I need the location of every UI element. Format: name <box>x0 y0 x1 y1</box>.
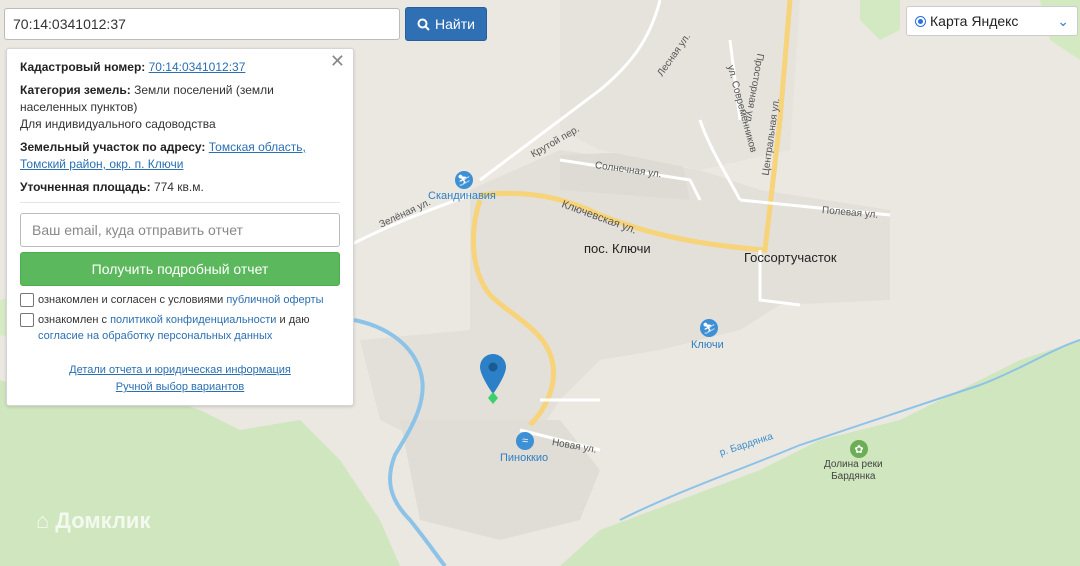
area-row: Уточненная площадь: 774 кв.м. <box>20 179 340 196</box>
map-type-label: Карта Яндекс <box>930 13 1019 29</box>
address-row: Земельный участок по адресу: Томская обл… <box>20 139 340 173</box>
radio-icon <box>915 15 926 27</box>
paw-icon[interactable]: ✿ <box>850 440 868 458</box>
cadastral-link[interactable]: 70:14:0341012:37 <box>149 60 246 74</box>
poi-label-pinokkio[interactable]: Пинок­кио <box>500 452 548 464</box>
close-icon[interactable]: ✕ <box>330 52 345 70</box>
watermark-text: Домклик <box>55 508 151 533</box>
place-label-gossort: Госсортучасток <box>744 250 837 265</box>
panel-footer-links: Детали отчета и юридическая информация Р… <box>20 362 340 396</box>
address-label: Земельный участок по адресу: <box>20 140 206 154</box>
swimming-icon[interactable]: ≈ <box>516 432 534 450</box>
privacy-policy-link[interactable]: политикой конфиденциальности <box>110 314 276 326</box>
house-icon: ⌂ <box>36 508 50 533</box>
search-button[interactable]: Найти <box>405 7 487 41</box>
search-button-label: Найти <box>435 16 475 32</box>
manual-selection-link[interactable]: Ручной выбор вариантов <box>116 381 244 393</box>
location-marker-icon[interactable] <box>480 354 506 406</box>
consent-offer-label: ознакомлен и согласен с условиями <box>38 294 227 306</box>
search-icon <box>417 18 430 31</box>
cadastral-search-input[interactable] <box>4 8 400 40</box>
consent-privacy-checkbox[interactable] <box>20 313 34 327</box>
domclick-watermark: ⌂ Домклик <box>36 508 150 534</box>
settlement-area <box>400 420 600 540</box>
poi-label-dolina[interactable]: Долина реки Бардянка <box>824 459 883 483</box>
poi-label-skandinavia[interactable]: Скандинавия <box>428 190 496 202</box>
cadastral-row: Кадастровый номер: 70:14:0341012:37 <box>20 59 340 76</box>
ski-icon[interactable]: ⛷ <box>455 171 473 189</box>
area-label: Уточненная площадь: <box>20 180 151 194</box>
divider <box>20 202 340 203</box>
category-label: Категория земель: <box>20 83 131 97</box>
personal-data-link[interactable]: согласие на обработку персональных данны… <box>38 330 272 342</box>
consent-privacy-label: ознакомлен с <box>38 314 111 326</box>
map-type-select[interactable]: Карта Яндекс ⌄ <box>906 6 1078 36</box>
consent-privacy-mid: и даю <box>276 314 310 326</box>
poi-label-dolina-line2: Бардянка <box>831 471 876 482</box>
details-link[interactable]: Детали отчета и юридическая информация <box>69 364 291 376</box>
category-use: Для индивидуального садоводства <box>20 117 216 131</box>
poi-label-dolina-line1: Долина реки <box>824 459 883 470</box>
category-row: Категория земель: Земли поселений (земли… <box>20 82 340 133</box>
email-field[interactable] <box>20 213 340 247</box>
consent-offer-text: ознакомлен и согласен с условиями публич… <box>38 292 324 308</box>
chevron-down-icon: ⌄ <box>1057 12 1069 29</box>
get-report-button[interactable]: Получить подробный отчет <box>20 252 340 286</box>
consent-offer-checkbox[interactable] <box>20 293 34 307</box>
cadastral-label: Кадастровый номер: <box>20 60 146 74</box>
public-offer-link[interactable]: публичной оферты <box>226 294 323 306</box>
poi-label-klyuchi[interactable]: Ключи <box>691 339 724 351</box>
ski-icon[interactable]: ⛷ <box>700 319 718 337</box>
consent-offer-row: ознакомлен и согласен с условиями публич… <box>20 292 340 308</box>
parcel-info-panel: ✕ Кадастровый номер: 70:14:0341012:37 Ка… <box>6 48 354 406</box>
consent-privacy-row: ознакомлен с политикой конфиденциальност… <box>20 312 340 344</box>
consent-privacy-text: ознакомлен с политикой конфиденциальност… <box>38 312 309 344</box>
place-label-pos-klyuchi: пос. Ключи <box>584 241 651 256</box>
area-value: 774 кв.м. <box>153 180 204 194</box>
